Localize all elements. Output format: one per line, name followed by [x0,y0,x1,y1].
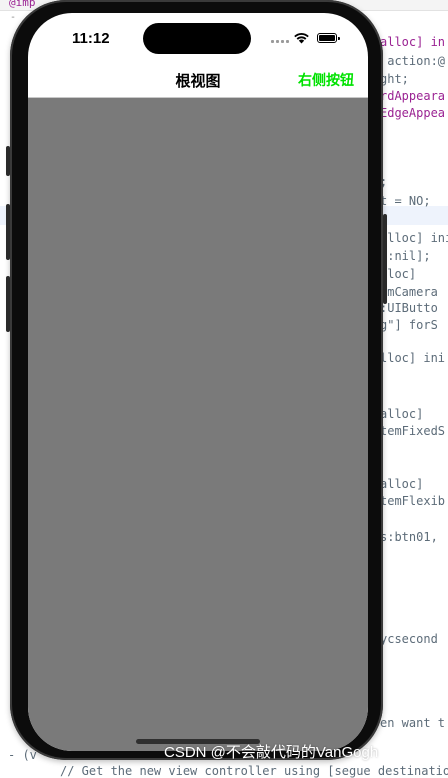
dynamic-island [143,23,251,54]
volume-down-button [6,276,10,332]
editor-code-line: alloc] in [380,35,446,49]
editor-code-line: ght; [380,72,409,86]
editor-code-line: alloc] ini [380,231,448,245]
status-time: 11:12 [72,30,110,47]
cellular-signal-icon [271,39,291,43]
editor-code-line: t = NO; [380,194,431,208]
editor-code-line: temFixedS [380,424,446,438]
volume-up-button [6,204,10,260]
editor-code-line: en want t [380,716,446,730]
editor-code-line: s:btn01, [380,530,438,544]
editor-code-line: ycsecond [380,632,438,646]
navigation-bar: 根视图 右侧按钮 [28,63,368,98]
editor-code-line: alloc] [380,407,424,421]
editor-code-line: n:nil]; [380,249,431,263]
power-button [383,214,387,304]
editor-code-line: :UIButto [380,301,438,315]
device-screen: 11:12 根视图 右侧按钮 [28,13,368,751]
editor-code-line: lloc] ini [380,351,446,365]
silent-switch [6,146,10,176]
editor-code-line: temFlexib [380,494,446,508]
editor-code-line: action:@ [380,54,446,68]
battery-icon [317,33,340,43]
csdn-watermark: CSDN @不会敲代码的VanGogh [164,744,379,761]
editor-code-line: alloc] [380,477,424,491]
root-view-content [28,98,368,751]
editor-tick: - [10,12,17,23]
editor-code-line: g"] forS [380,318,438,332]
editor-code-line: EdgeAppea [380,106,446,120]
status-bar: 11:12 [28,13,368,63]
editor-top-fragment: @imp [9,0,36,9]
wifi-icon [294,33,309,44]
editor-bottom-code-line: // Get the new view controller using [se… [60,764,448,778]
editor-code-line: rdAppeara [380,89,446,103]
editor-code-line: emCamera [380,285,438,299]
right-bar-button[interactable]: 右侧按钮 [298,70,354,90]
